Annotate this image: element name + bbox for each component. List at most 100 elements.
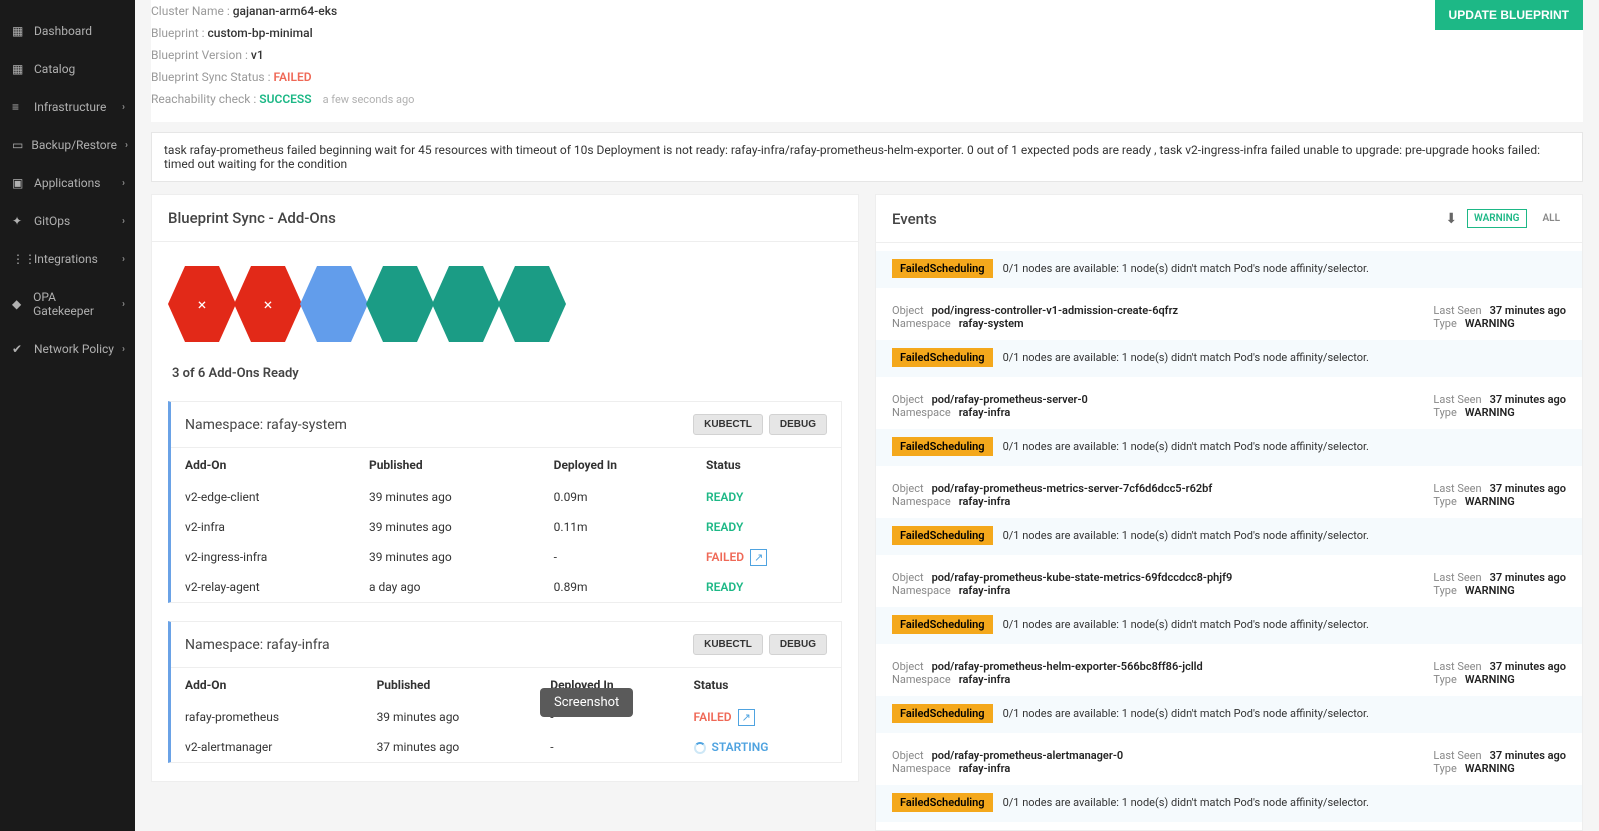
sidebar-item-gitops[interactable]: ✦GitOps› [0,202,135,240]
type-label: Type [1433,317,1456,330]
event-summary[interactable]: FailedScheduling0/1 nodes are available:… [876,340,1582,377]
sidebar-item-integrations[interactable]: ⋮⋮Integrations› [0,240,135,278]
addon-published: 39 minutes ago [355,542,540,572]
object-label: Object [892,660,924,673]
hexagon-teal[interactable] [498,266,566,342]
addons-panel-title: Blueprint Sync - Add-Ons [168,209,336,227]
update-blueprint-button[interactable]: UPDATE BLUEPRINT [1435,0,1583,30]
chevron-right-icon: › [122,344,125,355]
object-value: pod/rafay-prometheus-alertmanager-0 [932,749,1124,762]
type-label: Type [1433,406,1456,419]
addon-deployed: 0.11m [540,512,692,542]
blueprint-version-label: Blueprint Version : [151,48,248,62]
sidebar-item-label: Catalog [34,62,75,76]
debug-button[interactable]: DEBUG [769,634,827,655]
hexagon-red[interactable]: × [168,266,236,342]
sidebar-icon: ⋮⋮ [12,252,26,266]
hexagon-blue[interactable] [300,266,368,342]
addon-name: v2-alertmanager [171,732,363,762]
event-badge: FailedScheduling [892,437,993,456]
kubectl-button[interactable]: KUBECTL [693,414,763,435]
download-icon[interactable]: ⬇ [1445,211,1457,227]
sidebar-item-infrastructure[interactable]: ≡ Infrastructure › [0,88,135,126]
event-message: 0/1 nodes are available: 1 node(s) didn'… [1003,351,1369,364]
last-seen-label: Last Seen [1433,571,1481,584]
event-badge: FailedScheduling [892,259,993,278]
event-summary[interactable]: FailedScheduling0/1 nodes are available:… [876,251,1582,288]
object-value: pod/rafay-prometheus-metrics-server-7cf6… [932,482,1213,495]
event-summary[interactable]: FailedScheduling0/1 nodes are available:… [876,429,1582,466]
chevron-right-icon: › [122,102,125,113]
namespace-label: Namespace [892,584,951,597]
sidebar-item-label: Applications [34,176,100,190]
table-row: v2-infra39 minutes ago0.11mREADY [171,512,841,542]
blueprint-value: custom-bp-minimal [208,26,313,40]
external-link-icon[interactable]: ↗ [750,549,767,566]
last-seen-value: 37 minutes ago [1490,660,1566,673]
sidebar-item-applications[interactable]: ▣Applications› [0,164,135,202]
cluster-name-label: Cluster Name : [151,4,230,18]
event-badge: FailedScheduling [892,526,993,545]
event-summary[interactable]: FailedScheduling 0/1 nodes are available:… [876,607,1582,644]
object-label: Object [892,571,924,584]
type-label: Type [1433,495,1456,508]
chevron-right-icon: › [122,299,125,310]
events-panel: Events ⬇ WARNING ALL FailedScheduling 0/1… [875,194,1583,831]
last-seen-value: 37 minutes ago [1490,749,1566,762]
namespace-label: Namespace [892,495,951,508]
namespace-value: rafay-infra [959,673,1011,686]
sidebar-item-network-policy[interactable]: ✔Network Policy› [0,330,135,368]
object-label: Object [892,749,924,762]
reachability-label: Reachability check : [151,92,256,106]
sidebar-item-label: Infrastructure [34,100,106,114]
sidebar-item-catalog[interactable]: ▦Catalog [0,50,135,88]
last-seen-label: Last Seen [1433,393,1481,406]
events-panel-title: Events [892,210,937,228]
sidebar-icon: ▦ [12,24,26,38]
event-summary[interactable]: FailedScheduling0/1 nodes are available:… [876,785,1582,822]
addon-status: FAILED [706,550,744,564]
sidebar-icon: ≡ [12,100,26,114]
events-filter-warning[interactable]: WARNING [1467,209,1526,228]
sidebar-item-dashboard[interactable]: ▦Dashboard [0,12,135,50]
event-summary[interactable]: FailedScheduling0/1 nodes are available:… [876,696,1582,733]
events-filter-all[interactable]: ALL [1537,210,1567,227]
table-row: v2-ingress-infra39 minutes ago-FAILED↗ [171,542,841,572]
hexagon-teal[interactable] [366,266,434,342]
addon-status: FAILED [694,710,732,724]
addon-name: v2-ingress-infra [171,542,355,572]
event-message: 0/1 nodes are available: 1 node(s) didn'… [1003,618,1369,631]
last-seen-label: Last Seen [1433,304,1481,317]
hexagon-red[interactable]: × [234,266,302,342]
event-badge: FailedScheduling [892,615,993,634]
chevron-right-icon: › [122,178,125,189]
kubectl-button[interactable]: KUBECTL [693,634,763,655]
last-seen-label: Last Seen [1433,482,1481,495]
blueprint-version-value: v1 [251,48,264,62]
debug-button[interactable]: DEBUG [769,414,827,435]
table-row: rafay-prometheus39 minutes ago-FAILED↗ [171,702,841,732]
namespace-value: rafay-infra [959,584,1011,597]
chevron-right-icon: › [122,254,125,265]
addons-summary: 3 of 6 Add-Ons Ready [152,354,858,401]
table-row: v2-relay-agenta day ago0.89mREADY [171,572,841,602]
type-value: WARNING [1465,317,1515,330]
cluster-name-value: gajanan-arm64-eks [233,4,337,18]
external-link-icon[interactable]: ↗ [738,709,755,726]
chevron-right-icon: › [122,216,125,227]
screenshot-tooltip: Screenshot [540,688,633,717]
namespace-value: rafay-infra [959,762,1011,775]
col-addon: Add-On [171,448,355,483]
hexagon-teal[interactable] [432,266,500,342]
sidebar-icon: ✔ [12,342,26,356]
event-summary[interactable]: FailedScheduling0/1 nodes are available:… [876,518,1582,555]
namespace-value: rafay-infra [959,495,1011,508]
last-seen-label: Last Seen [1433,660,1481,673]
object-label: Object [892,482,924,495]
event-detail: Objectpod/rafay-prometheus-helm-exporter… [892,644,1566,696]
namespace-title: Namespace: rafay-system [185,417,347,433]
sidebar-item-opa-gatekeeper[interactable]: ◆OPA Gatekeeper› [0,278,135,330]
col-status: Status [692,448,841,483]
sidebar-item-backup-restore[interactable]: ▭Backup/Restore› [0,126,135,164]
event-badge: FailedScheduling [892,704,993,723]
